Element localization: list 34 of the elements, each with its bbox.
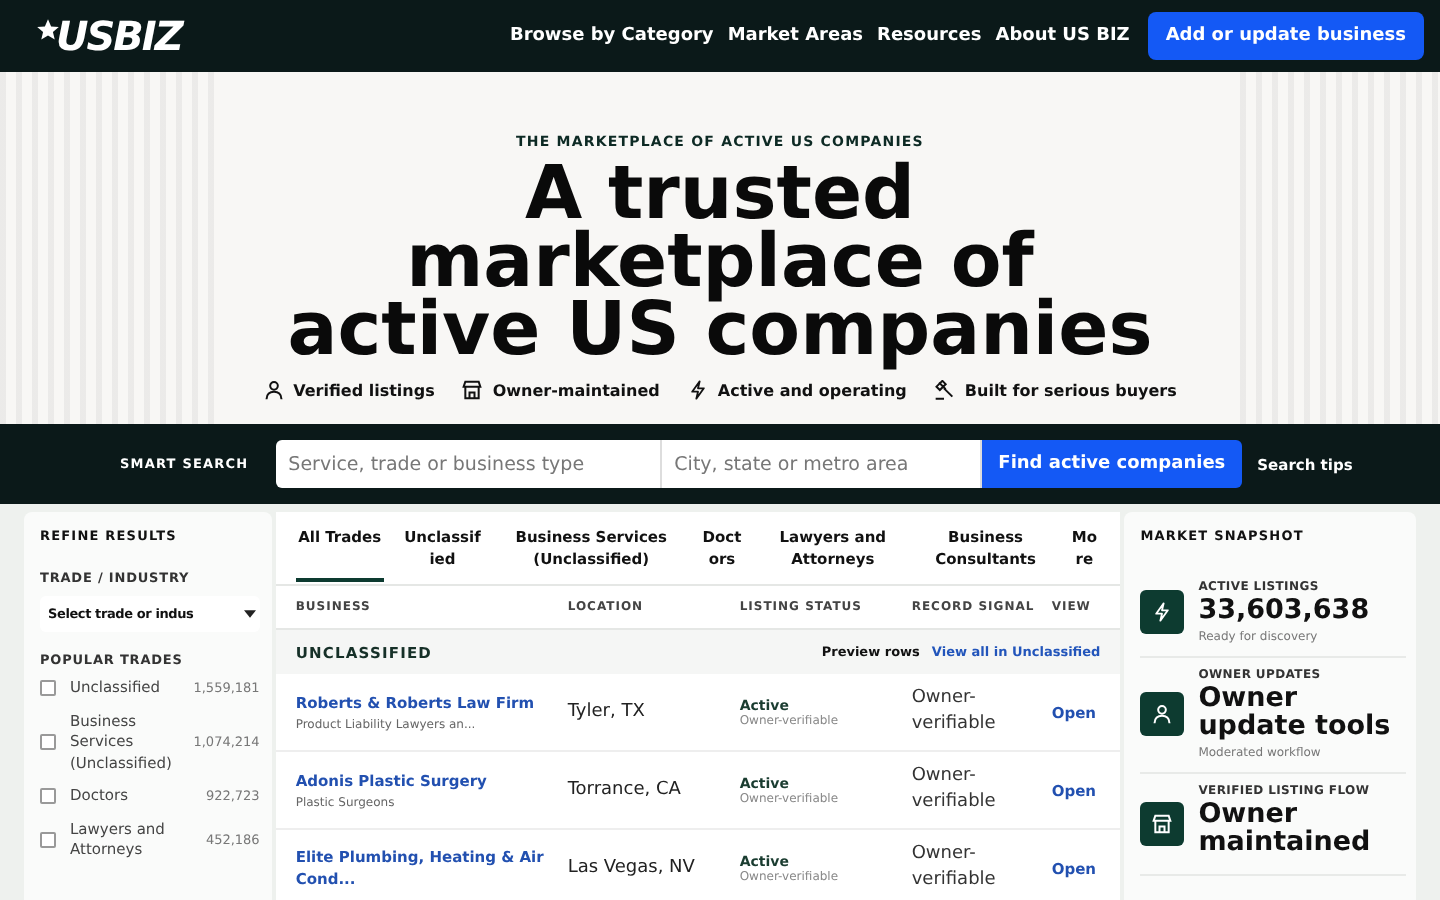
record-signal-cell-text: Owner-verifiable [911,686,998,738]
nav-link[interactable]: Resources [877,26,982,46]
feature-label: Active and operating [717,381,907,399]
location-cell-text: Tyler, TX [567,702,647,722]
record-signal-cell-text: Owner-verifiable [911,842,998,894]
checkbox[interactable] [40,734,56,751]
nav-link[interactable]: About US BIZ [995,26,1130,46]
bolt-icon [687,380,708,400]
stat-value: 33,603,638 [1198,596,1370,624]
search-field[interactable]: Service, trade or business type [276,440,663,488]
store-icon [462,380,483,400]
star-icon [36,18,60,42]
checkbox[interactable] [40,680,56,697]
location-field[interactable]: City, state or metro area [662,440,983,488]
checkbox[interactable] [40,788,56,805]
store-icon [1152,813,1173,833]
nav-link[interactable]: Market Areas [727,26,864,46]
stat-value: Owner update tools [1198,684,1393,740]
person-icon [263,380,284,400]
nav-link[interactable]: Browse by Category [509,26,714,46]
checkbox[interactable] [40,832,56,848]
add-business-button[interactable]: Add or update business [1147,12,1424,60]
location-cell-text: Las Vegas, NV [567,858,697,878]
person-icon [1152,704,1173,724]
caret-icon [243,610,256,618]
stat-value: Owner maintained [1198,800,1373,856]
feature-label: Built for serious buyers [964,381,1177,399]
gavel-icon [934,380,955,400]
bolt-icon [1152,602,1173,622]
location-cell-text: Torrance, CA [567,780,683,800]
record-signal-cell-text: Owner-verifiable [911,764,998,816]
find-companies-button[interactable]: Find active companies [982,440,1242,488]
feature-label: Verified listings [293,381,435,399]
feature-label: Owner-maintained [492,381,660,399]
